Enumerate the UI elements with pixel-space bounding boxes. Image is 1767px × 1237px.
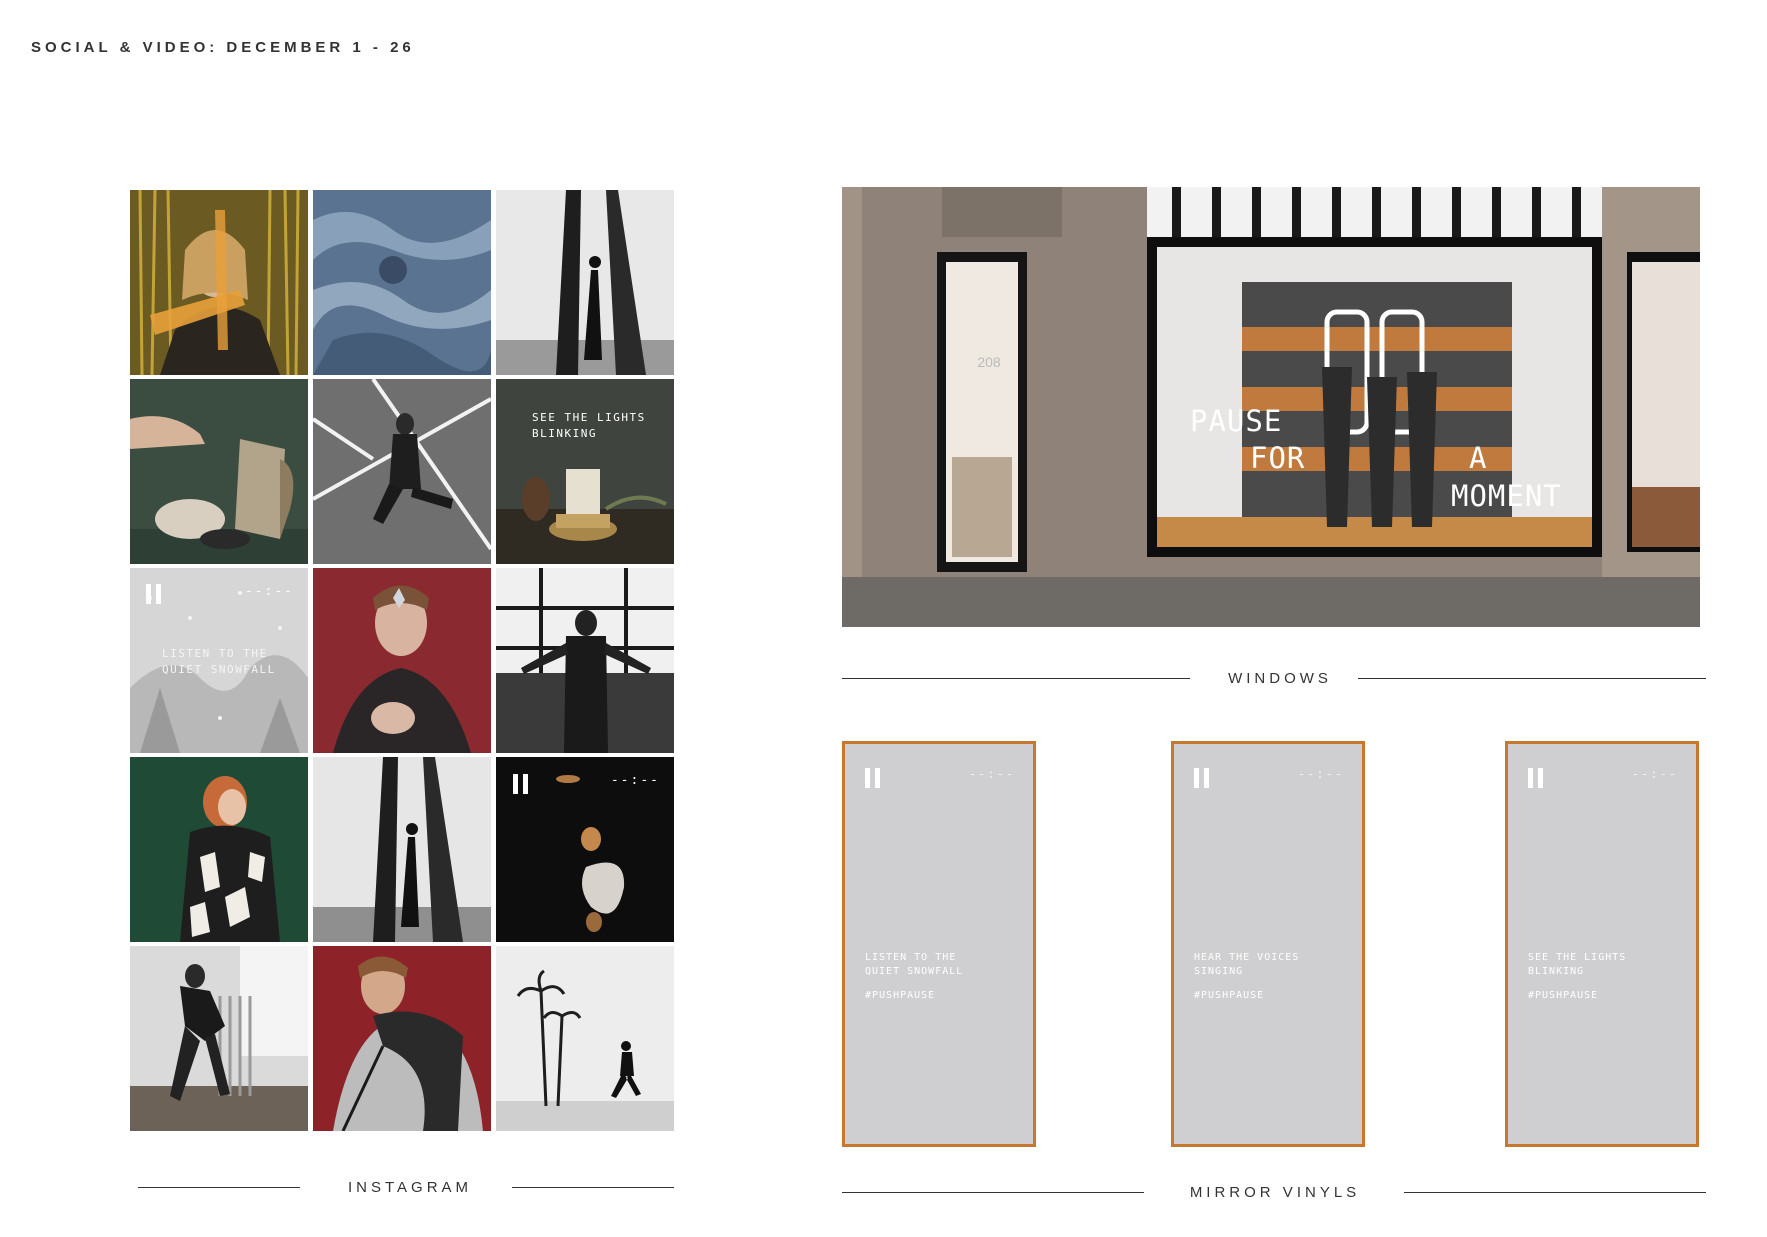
instagram-rule-left [138, 1187, 300, 1188]
windows-rule-right [1358, 678, 1706, 679]
instagram-rule-right [512, 1187, 674, 1188]
photo-runner-palm-trees [496, 946, 674, 1131]
mirror-text: LISTEN TO THE QUIET SNOWFALL [865, 952, 964, 977]
svg-text:208: 208 [977, 354, 1001, 370]
photo-woman-patterned-coat [130, 757, 308, 942]
video-timer: --:-- [610, 773, 660, 788]
mirror-rule-left [842, 1192, 1144, 1193]
mirror-vinyl-3[interactable]: --:-- SEE THE LIGHTS BLINKING #PUSHPAUSE [1505, 741, 1699, 1147]
window-word-2: FOR [1250, 441, 1306, 475]
instagram-label: INSTAGRAM [347, 1179, 473, 1196]
window-word-1: PAUSE [1190, 404, 1283, 438]
mirror-text: SEE THE LIGHTS BLINKING [1528, 952, 1627, 977]
photo-man-radiator [130, 946, 308, 1131]
photo-candle-lights: SEE THE LIGHTS BLINKING [496, 379, 674, 564]
pause-icon[interactable] [1528, 768, 1546, 788]
video-timer: --:-- [244, 584, 294, 599]
photo-woman-parking-lot [313, 379, 491, 564]
video-falling-objects[interactable]: --:-- [496, 757, 674, 942]
photo-woman-gold-tinsel [130, 190, 308, 375]
mirror-hashtag: #PUSHPAUSE [865, 990, 936, 1001]
mirror-hashtag: #PUSHPAUSE [1194, 990, 1265, 1001]
page-title: SOCIAL & VIDEO: DECEMBER 1 - 26 [31, 39, 415, 56]
mirror-hashtag: #PUSHPAUSE [1528, 990, 1599, 1001]
lights-overlay-text: SEE THE LIGHTS BLINKING [532, 411, 646, 440]
photo-man-window-bw [496, 568, 674, 753]
mirror-rule-right [1404, 1192, 1706, 1193]
pause-icon[interactable] [146, 584, 164, 604]
photo-blue-ice [313, 190, 491, 375]
window-word-3: A [1469, 441, 1488, 475]
window-word-4: MOMENT [1451, 479, 1562, 513]
mirror-text: HEAR THE VOICES SINGING [1194, 952, 1300, 977]
store-window-photo: 208 PAUSE FOR A MOMENT [842, 187, 1700, 627]
instagram-grid: SEE THE LIGHTS BLINKING --:-- LISTEN TO … [130, 190, 674, 1133]
pause-icon[interactable] [865, 768, 883, 788]
photo-palm-trees-bw [496, 190, 674, 375]
pause-icon[interactable] [513, 774, 531, 794]
mirror-vinyls-label: MIRROR VINYLS [1189, 1184, 1361, 1201]
video-snowfall[interactable]: --:-- LISTEN TO THE QUIET SNOWFALL [130, 568, 308, 753]
mirror-timer: --:-- [968, 767, 1015, 781]
mirror-timer: --:-- [1297, 767, 1344, 781]
pause-icon[interactable] [1194, 768, 1212, 788]
mirror-vinyl-2[interactable]: --:-- HEAR THE VOICES SINGING #PUSHPAUSE [1171, 741, 1365, 1147]
snowfall-overlay-text: LISTEN TO THE QUIET SNOWFALL [162, 647, 276, 676]
windows-label: WINDOWS [1228, 670, 1332, 687]
photo-palm-trees-bw-2 [313, 757, 491, 942]
windows-rule-left [842, 678, 1190, 679]
photo-man-red-background [313, 568, 491, 753]
photo-gloves-and-bookends [130, 379, 308, 564]
mirror-timer: --:-- [1631, 767, 1678, 781]
mirror-vinyl-1[interactable]: --:-- LISTEN TO THE QUIET SNOWFALL #PUSH… [842, 741, 1036, 1147]
photo-man-scarf-red [313, 946, 491, 1131]
